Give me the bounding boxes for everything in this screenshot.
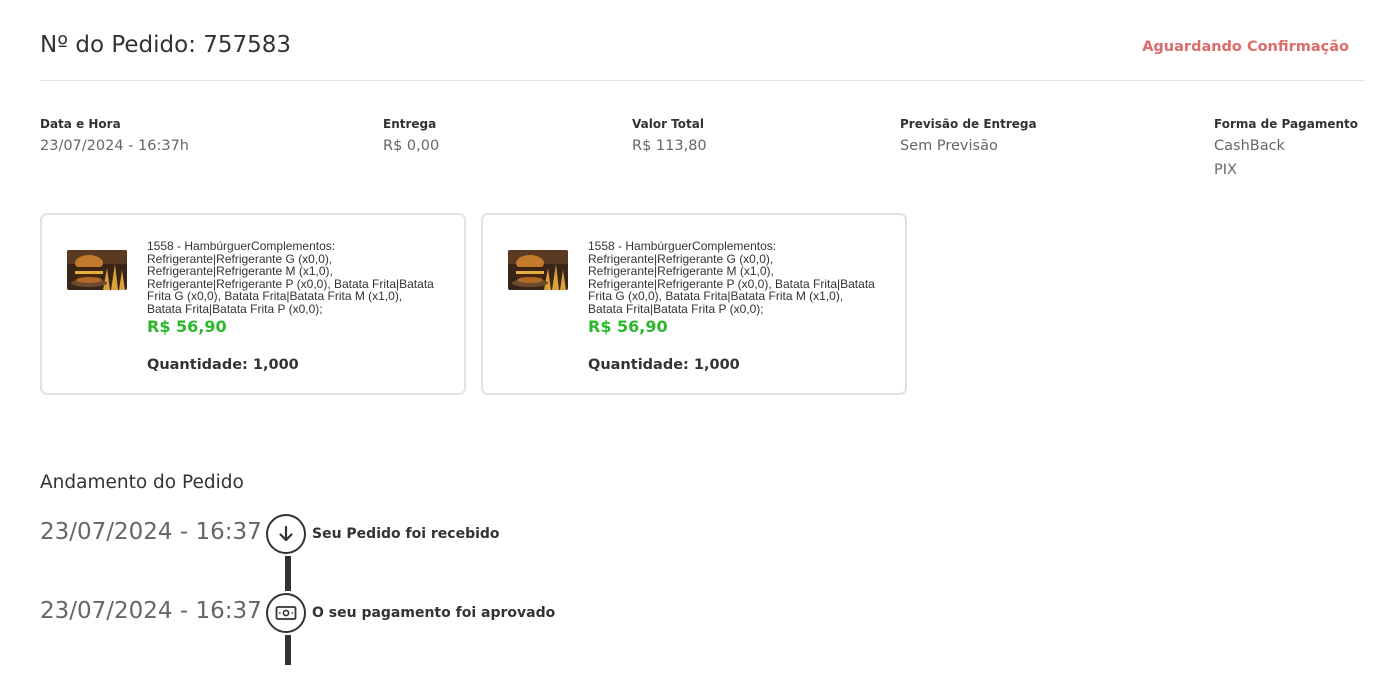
item-description: 1558 - HambúrguerComplementos: Refrigera…: [588, 239, 875, 316]
burger-photo: [508, 250, 568, 290]
info-payment: Forma de Pagamento CashBack PIX: [1214, 116, 1358, 182]
info-forecast-label: Previsão de Entrega: [900, 117, 1037, 131]
info-delivery-value: R$ 0,00: [383, 138, 440, 154]
item-price: R$ 56,90: [147, 317, 227, 336]
info-total-value: R$ 113,80: [632, 138, 707, 154]
info-date-value: 23/07/2024 - 16:37h: [40, 138, 190, 154]
info-payment-label: Forma de Pagamento: [1214, 117, 1358, 131]
step-text: O seu pagamento foi aprovado: [312, 605, 556, 621]
info-payment-method: PIX: [1214, 162, 1237, 178]
timeline-connector: [285, 556, 291, 591]
order-item-card: 1558 - HambúrguerComplementos: Refrigera…: [481, 213, 907, 395]
info-date: Data e Hora 23/07/2024 - 16:37h: [40, 116, 189, 158]
item-price: R$ 56,90: [588, 317, 668, 336]
money-icon: [266, 593, 306, 633]
item-quantity: Quantidade: 1,000: [588, 357, 740, 373]
order-item-card: 1558 - HambúrguerComplementos: Refrigera…: [40, 213, 466, 395]
step-text: Seu Pedido foi recebido: [312, 526, 500, 542]
burger-photo: [67, 250, 127, 290]
order-header: Nº do Pedido: 757583 Aguardando Confirma…: [40, 30, 1365, 81]
step-time: 23/07/2024 - 16:37: [40, 598, 262, 624]
info-delivery: Entrega R$ 0,00: [383, 116, 439, 158]
item-quantity: Quantidade: 1,000: [147, 357, 299, 373]
item-description: 1558 - HambúrguerComplementos: Refrigera…: [147, 239, 434, 316]
info-forecast-value: Sem Previsão: [900, 138, 998, 154]
info-forecast: Previsão de Entrega Sem Previsão: [900, 116, 1037, 158]
info-total: Valor Total R$ 113,80: [632, 116, 707, 158]
timeline-connector: [285, 635, 291, 665]
progress-title: Andamento do Pedido: [40, 472, 244, 493]
step-time: 23/07/2024 - 16:37: [40, 519, 262, 545]
order-title: Nº do Pedido: 757583: [40, 32, 292, 58]
arrow-down-icon: [266, 514, 306, 554]
info-delivery-label: Entrega: [383, 117, 437, 131]
info-date-label: Data e Hora: [40, 117, 121, 131]
info-payment-method: CashBack: [1214, 138, 1285, 154]
info-total-label: Valor Total: [632, 117, 704, 131]
order-status-badge: Aguardando Confirmação: [1142, 39, 1349, 55]
